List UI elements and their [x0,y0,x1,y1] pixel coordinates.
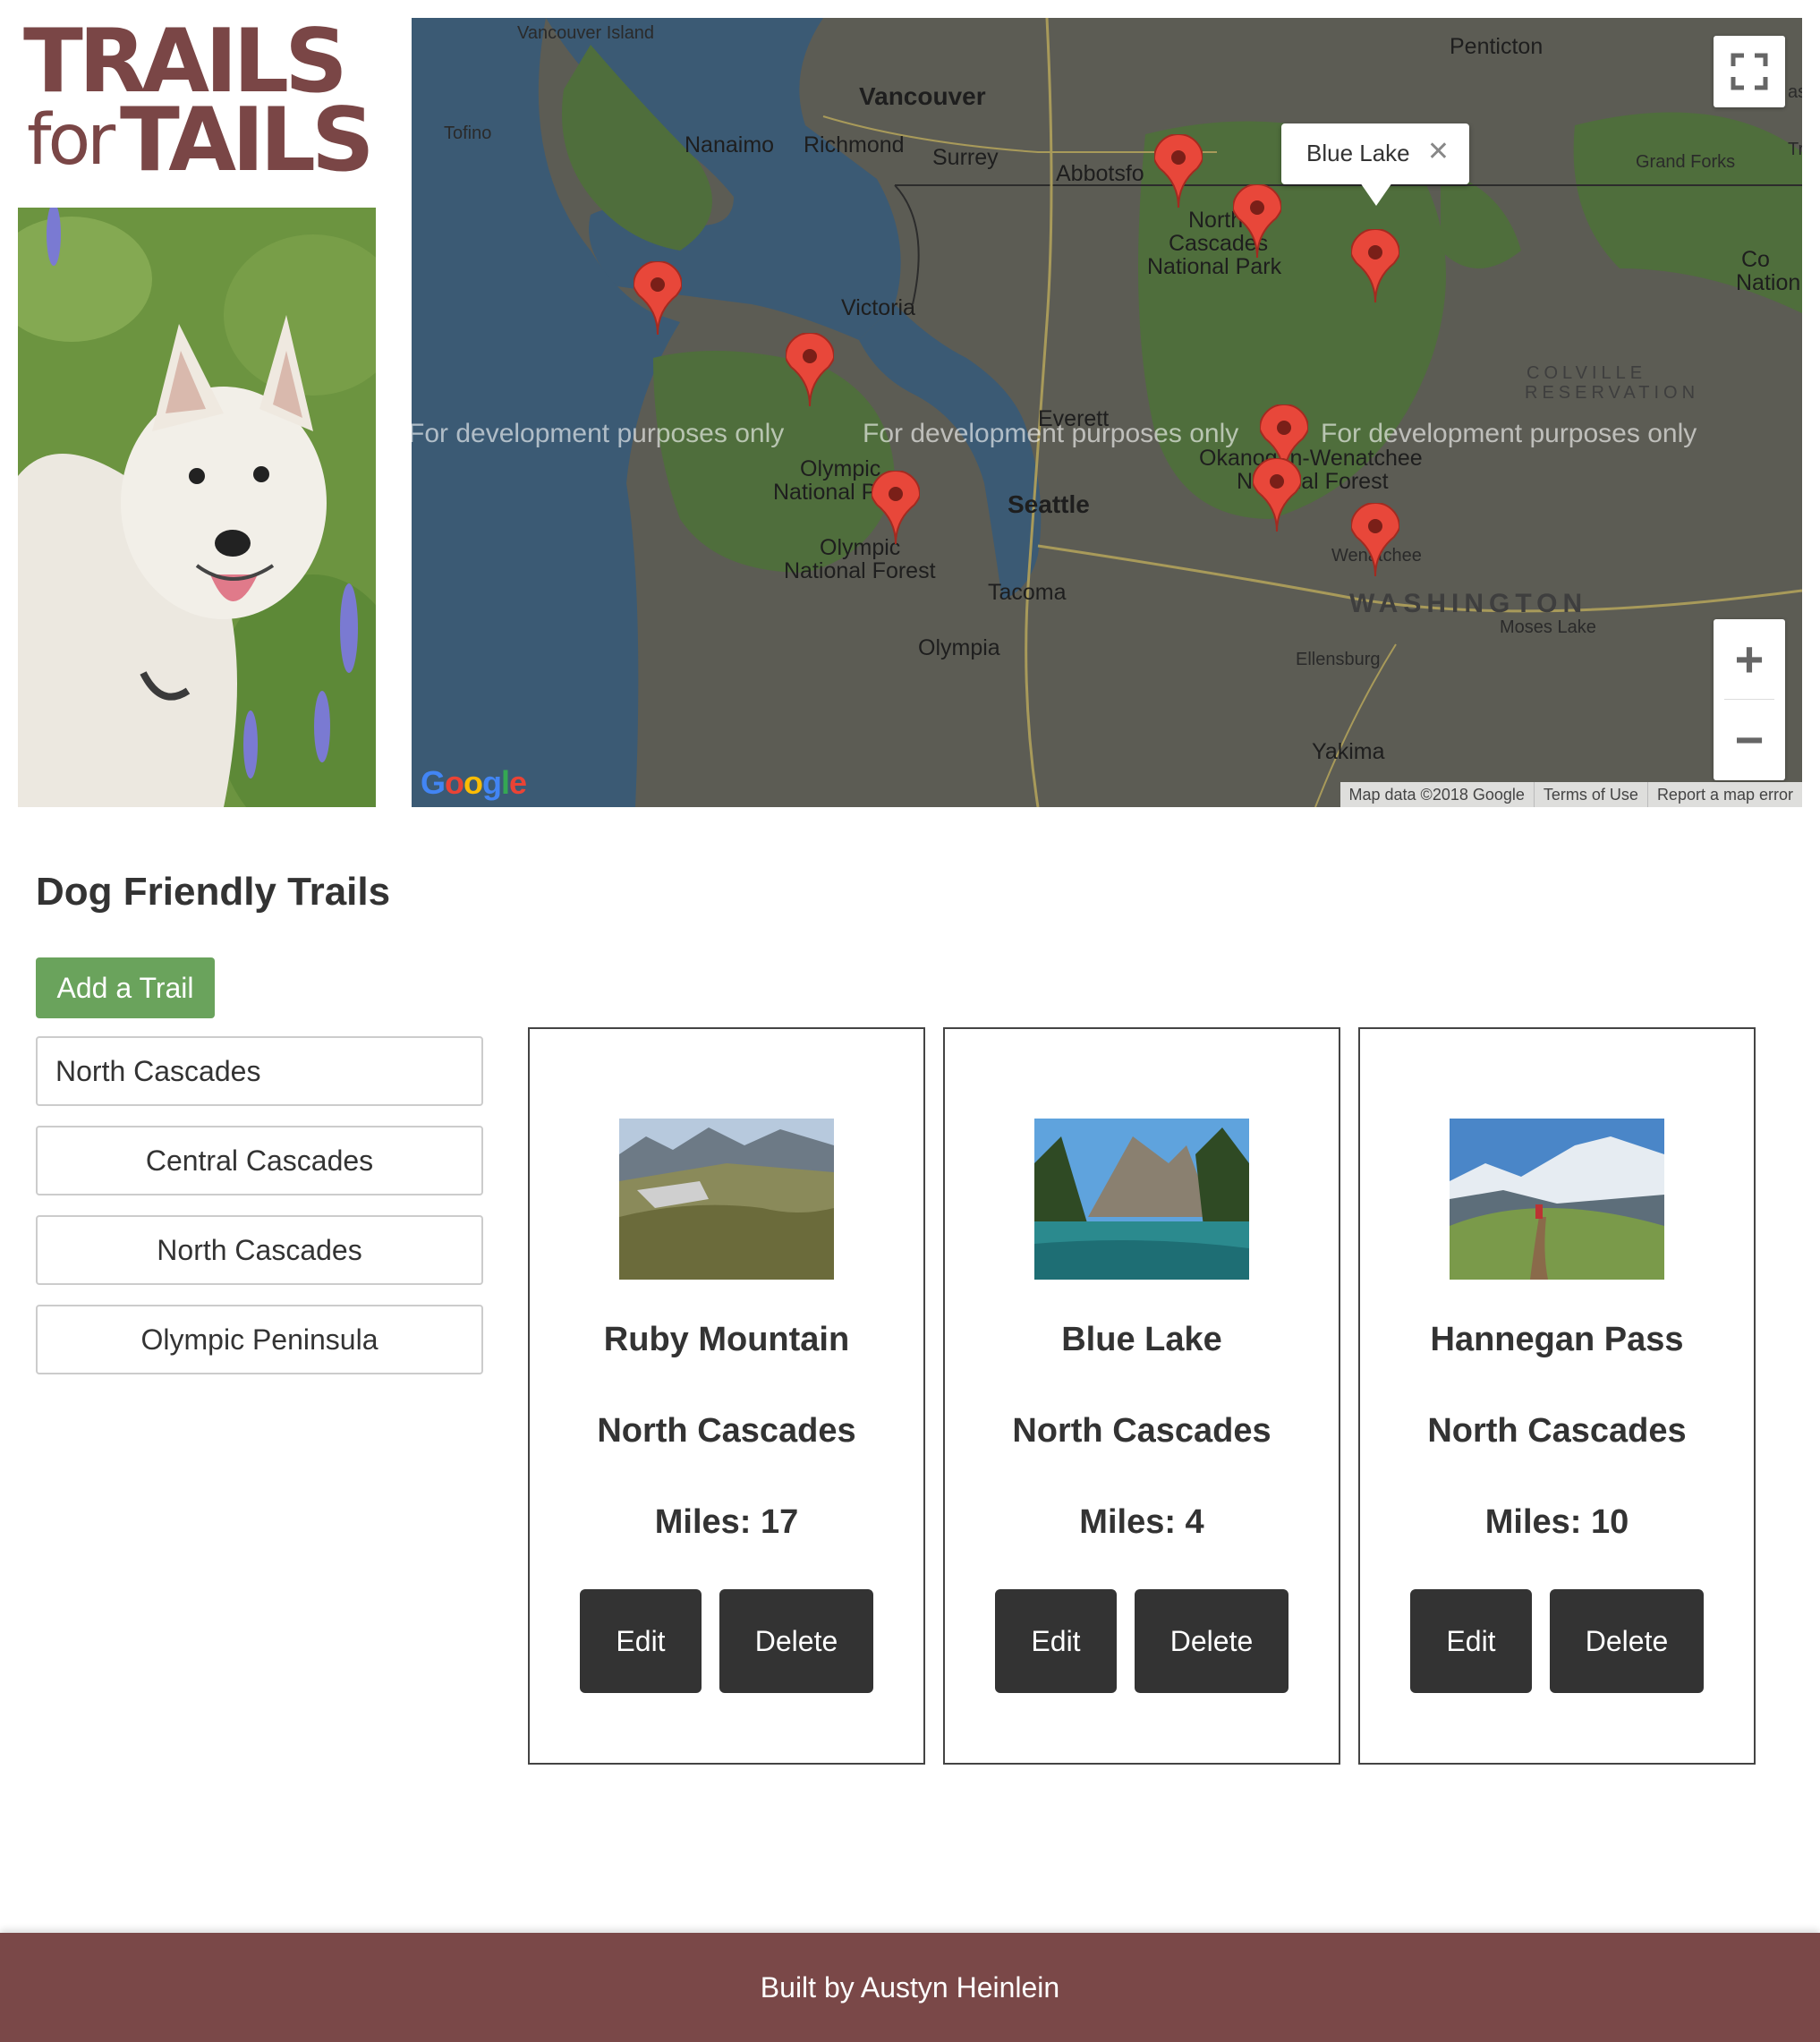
trail-region: North Cascades [1012,1412,1271,1450]
map-label: Grand Forks [1636,152,1736,172]
region-item[interactable]: Central Cascades [36,1126,483,1195]
map-pin-icon[interactable] [1154,134,1203,209]
map-attribution: Map data ©2018 Google Terms of Use Repor… [1339,782,1802,807]
map-label: Everett [1038,406,1110,431]
trail-card: Hannegan Pass North Cascades Miles: 10 E… [1358,1027,1756,1765]
site-logo[interactable]: TRAILS for TAILS [23,18,381,184]
delete-button[interactable]: Delete [719,1589,873,1693]
edit-button[interactable]: Edit [1410,1589,1532,1693]
map-label: Yakima [1312,739,1385,764]
info-window-title: Blue Lake [1306,140,1410,166]
page-title: Dog Friendly Trails [36,870,391,914]
map-pin-icon[interactable] [634,261,682,336]
map-label: Tr [1788,140,1802,159]
fullscreen-icon [1731,53,1768,90]
map-label: Tofino [444,123,492,143]
logo-line-2-tails: TAILS [120,89,375,191]
add-trail-button[interactable]: Add a Trail [36,957,215,1018]
map-label: Ellensburg [1296,650,1381,669]
delete-button[interactable]: Delete [1550,1589,1704,1693]
trail-card: Ruby Mountain North Cascades Miles: 17 E… [528,1027,925,1765]
map-info-window: Blue Lake ✕ [1281,123,1469,206]
google-logo[interactable]: Google [421,764,527,802]
map-label: Olympia [918,635,1000,660]
logo-line-2-for: for [27,100,115,181]
map-label: Co [1741,247,1770,272]
trail-region: North Cascades [597,1412,856,1450]
map-label: Victoria [841,295,915,320]
map-label: Vancouver Island [517,23,655,43]
close-icon[interactable]: ✕ [1427,136,1450,167]
map-pin-icon[interactable] [1233,184,1281,260]
trail-miles: Miles: 17 [654,1503,799,1541]
zoom-in-button[interactable]: + [1714,619,1785,700]
report-error-link[interactable]: Report a map error [1646,782,1802,807]
fullscreen-button[interactable] [1714,36,1785,107]
map-label: COLVILLE [1527,363,1647,383]
map-label: National Forest [784,558,936,583]
trail-photo [1450,1119,1664,1280]
dev-watermark: For development purposes only [1321,419,1697,448]
trail-card: Blue Lake North Cascades Miles: 4 Edit D… [943,1027,1340,1765]
map-label: Nanaimo [685,132,775,157]
trail-map[interactable]: For development purposes only For develo… [412,18,1802,807]
edit-button[interactable]: Edit [580,1589,702,1693]
map-label: National P [773,480,877,505]
map-label: Richmond [804,132,905,157]
map-label: Okanogan-Wenatchee [1199,446,1423,471]
map-pin-icon[interactable] [872,471,920,546]
map-label: Tacoma [988,580,1067,605]
map-pin-icon[interactable] [1253,458,1301,533]
footer-credit: Built by Austyn Heinlein [760,1971,1060,2004]
map-label: Olympic [800,456,881,481]
info-window-tail [1360,183,1392,206]
footer: Built by Austyn Heinlein [0,1933,1820,2042]
zoom-out-button[interactable]: − [1714,700,1785,780]
region-item[interactable]: Olympic Peninsula [36,1305,483,1374]
map-label: Abbotsfo [1056,161,1144,186]
map-label: RESERVATION [1525,383,1700,403]
trail-region: North Cascades [1427,1412,1687,1450]
map-pin-icon[interactable] [786,333,834,408]
trail-name: Ruby Mountain [603,1321,850,1358]
map-pin-icon[interactable] [1351,229,1399,304]
map-label: Vancouver [859,82,986,110]
map-label: Seattle [1008,490,1090,518]
zoom-control: + − [1714,619,1785,780]
trail-photo [619,1119,834,1280]
map-label: WASHINGTON [1349,589,1588,618]
edit-button[interactable]: Edit [995,1589,1117,1693]
region-item[interactable]: North Cascades [36,1215,483,1285]
map-data-text: Map data ©2018 Google [1348,786,1525,804]
terms-link[interactable]: Terms of Use [1533,782,1647,807]
dev-watermark: For development purposes only [412,419,785,448]
trail-miles: Miles: 4 [1079,1503,1204,1541]
map-label: Surrey [932,145,999,170]
trail-miles: Miles: 10 [1484,1503,1629,1541]
region-item[interactable]: North Cascades [36,1036,483,1106]
trail-name: Hannegan Pass [1430,1321,1684,1358]
map-label: Penticton [1450,34,1544,59]
map-label: Moses Lake [1500,617,1596,637]
delete-button[interactable]: Delete [1135,1589,1288,1693]
trail-photo [1034,1119,1249,1280]
dog-photo [18,208,376,807]
map-label: as [1788,82,1802,102]
trail-name: Blue Lake [1061,1321,1222,1358]
map-label: Nation [1736,270,1801,295]
map-pin-icon[interactable] [1351,503,1399,578]
